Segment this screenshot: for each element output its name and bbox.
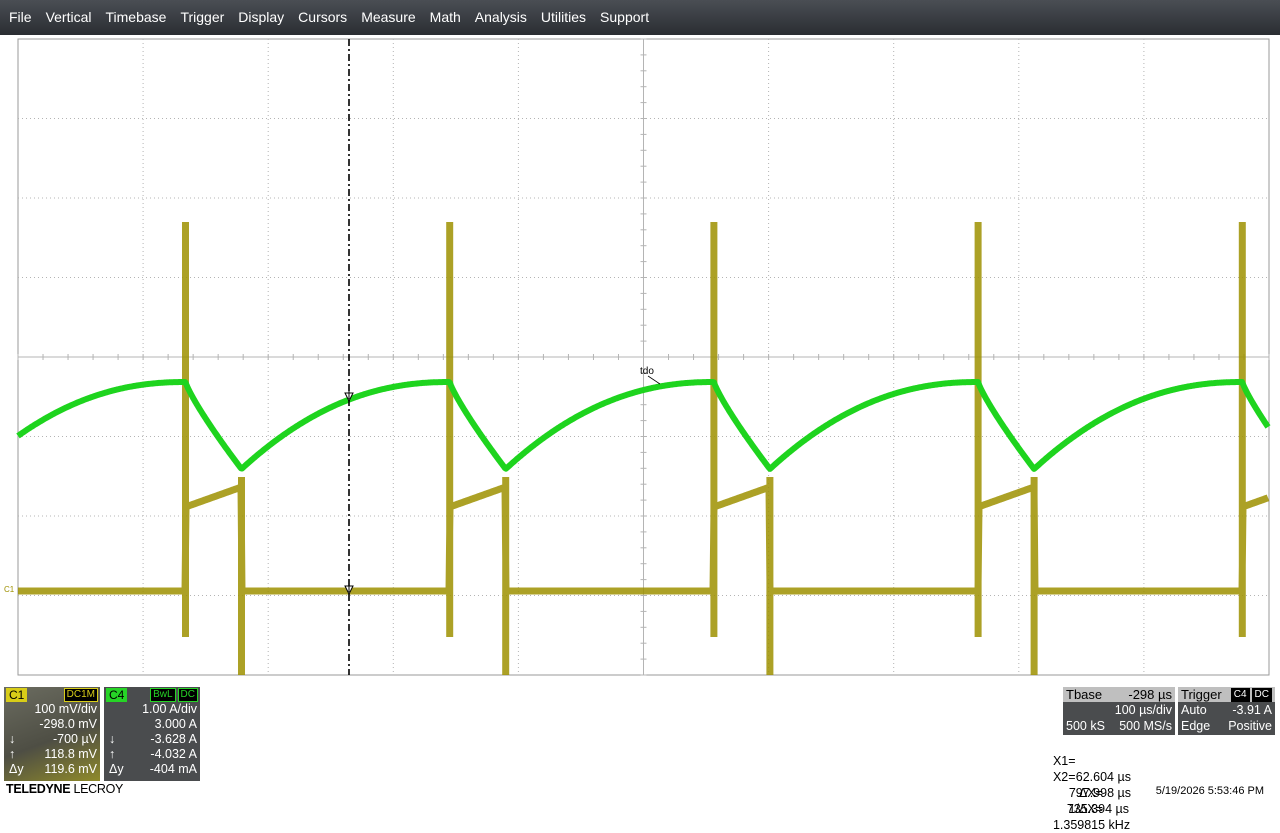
trigger-descriptor[interactable]: Trigger C4 DC Auto -3.91 A Edge Positive [1178,687,1275,735]
c4-delta-y: -404 mA [149,762,197,776]
waveform-display[interactable]: tdo C1 [0,37,1280,677]
timebase-delay: -298 µs [1128,687,1172,702]
menu-utilities[interactable]: Utilities [534,0,593,35]
timebase-label: Tbase [1066,687,1103,702]
logo-product: LECROY [73,782,124,796]
c1-down-arrow-icon: ↓ [9,732,16,746]
trigger-label: Trigger [1181,687,1222,702]
c1-delta-y: 119.6 mV [44,762,97,776]
c4-offset: 3.000 A [154,717,197,731]
c1-coupling-badge: DC1M [63,687,98,702]
menu-display[interactable]: Display [231,0,291,35]
c1-vdiv: 100 mV/div [34,702,97,716]
trigger-slope: Positive [1228,719,1272,733]
cursor-x2-label: X2= [1052,770,1076,784]
c4-cursor-up: -4.032 A [150,747,197,761]
cursor-x2-value: 797.998 µs [1068,786,1131,800]
c1-descriptor[interactable]: C1 DC1M 100 mV/div -298.0 mV ↓ -700 µV ↑ 1… [4,687,100,781]
menu-measure[interactable]: Measure [354,0,422,35]
timestamp: 5/19/2026 5:53:46 PM [1155,785,1264,797]
c1-offset: -298.0 mV [39,717,97,731]
menu-file[interactable]: File [0,0,39,35]
c4-adiv: 1.00 A/div [142,702,197,716]
c1-cursor-up: 118.8 mV [44,747,97,761]
c1-up-arrow-icon: ↑ [9,747,16,761]
c4-down-arrow-icon: ↓ [109,732,116,746]
cursor-inv-dx-label: 1/ΔX= [1068,802,1103,816]
menu-trigger[interactable]: Trigger [173,0,231,35]
menu-support[interactable]: Support [593,0,656,35]
graticule [17,38,1270,676]
trigger-type: Edge [1181,719,1211,733]
trigger-coupling-badge: DC [1251,687,1272,702]
trigger-mode: Auto [1181,703,1207,717]
c4-tag: C4 [106,687,128,702]
c4-delta-y-label: Δy [109,762,124,776]
timebase-rate: 500 MS/s [1119,719,1172,733]
menu-math[interactable]: Math [423,0,468,35]
trace-label: tdo [640,366,654,377]
timebase-descriptor[interactable]: Tbase -298 µs 100 µs/div 500 kS 500 MS/s [1063,687,1175,735]
trace-label-leader [647,375,661,385]
timebase-tdiv: 100 µs/div [1114,703,1172,717]
c4-descriptor[interactable]: C4 BwL DC 1.00 A/div 3.000 A ↓ -3.628 A ↑… [104,687,200,781]
c1-cursor-down: -700 µV [52,732,97,746]
trigger-level: -3.91 A [1232,703,1272,717]
waveform-grid: tdo C1 [4,38,1271,676]
c1-tag: C1 [6,687,28,702]
c4-cursor-down: -3.628 A [150,732,197,746]
cursor-inv-dx-value: 1.359815 kHz [1052,818,1131,832]
cursor-readout-row2: X2= 797.998 µs 1/ΔX= 1.359815 kHz [1046,753,1131,833]
menu-vertical[interactable]: Vertical [39,0,99,35]
c1-ground-marker: C1 [4,585,15,594]
c1-delta-y-label: Δy [9,762,24,776]
menu-cursors[interactable]: Cursors [291,0,354,35]
menu-analysis[interactable]: Analysis [468,0,534,35]
logo-brand: TELEDYNE [6,782,71,796]
c4-bwl-badge: BwL [150,687,176,702]
trigger-source-badge: C4 [1230,687,1250,702]
menu-timebase[interactable]: Timebase [98,0,173,35]
menu-bar: File Vertical Timebase Trigger Display C… [0,0,1280,35]
timebase-samples: 500 kS [1066,719,1105,733]
teledyne-lecroy-logo: TELEDYNE LECROY [6,782,123,796]
c4-coupling-badge: DC [177,687,198,702]
c4-up-arrow-icon: ↑ [109,747,116,761]
